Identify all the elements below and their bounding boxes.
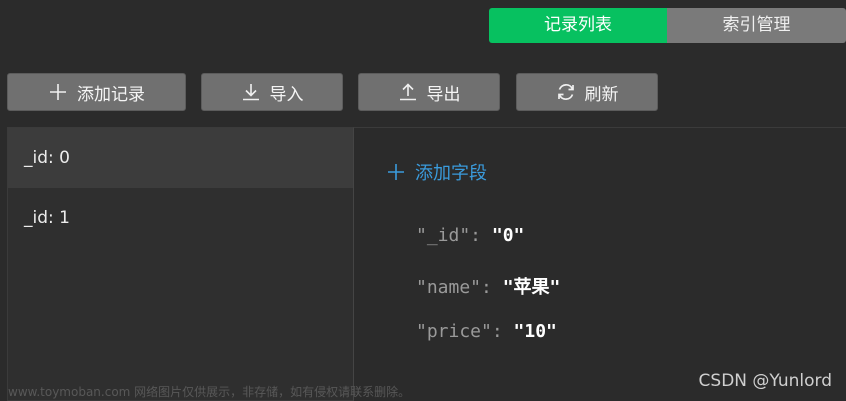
field-key: "price": <box>416 321 503 342</box>
add-record-label: 添加记录 <box>77 84 145 105</box>
refresh-icon <box>556 82 576 102</box>
record-list: _id: 0 _id: 1 <box>7 127 354 401</box>
add-record-button[interactable]: 添加记录 <box>7 73 186 111</box>
tab-record-list[interactable]: 记录列表 <box>489 8 667 43</box>
download-icon <box>241 82 261 102</box>
field-key: "name": <box>416 277 492 298</box>
upload-icon <box>398 82 418 102</box>
field-value: "10" <box>513 321 557 342</box>
record-detail: 添加字段 "_id": "0" "name": "苹果" "price": "1… <box>354 127 846 401</box>
refresh-label: 刷新 <box>584 84 619 105</box>
view-tabs: 记录列表 索引管理 <box>489 8 846 43</box>
field-row[interactable]: "name": "苹果" <box>416 273 560 299</box>
add-field-label: 添加字段 <box>415 163 487 184</box>
add-field-button[interactable]: 添加字段 <box>387 159 487 185</box>
field-row[interactable]: "price": "10" <box>416 321 557 342</box>
plus-icon <box>48 82 68 102</box>
field-row[interactable]: "_id": "0" <box>416 225 524 246</box>
plus-icon <box>387 163 405 181</box>
record-item[interactable]: _id: 1 <box>8 188 353 248</box>
refresh-button[interactable]: 刷新 <box>516 73 658 111</box>
import-label: 导入 <box>269 84 304 105</box>
field-value: "0" <box>491 225 525 246</box>
field-key: "_id": <box>416 225 482 246</box>
record-item[interactable]: _id: 0 <box>8 128 353 188</box>
export-button[interactable]: 导出 <box>358 73 500 111</box>
tab-index-management[interactable]: 索引管理 <box>667 8 846 43</box>
author-credit: CSDN @Yunlord <box>698 371 832 391</box>
export-label: 导出 <box>426 84 461 105</box>
field-value: "苹果" <box>502 277 561 298</box>
import-button[interactable]: 导入 <box>201 73 343 111</box>
watermark-text: www.toymoban.com 网络图片仅供展示，非存储，如有侵权请联系删除。 <box>8 385 411 399</box>
